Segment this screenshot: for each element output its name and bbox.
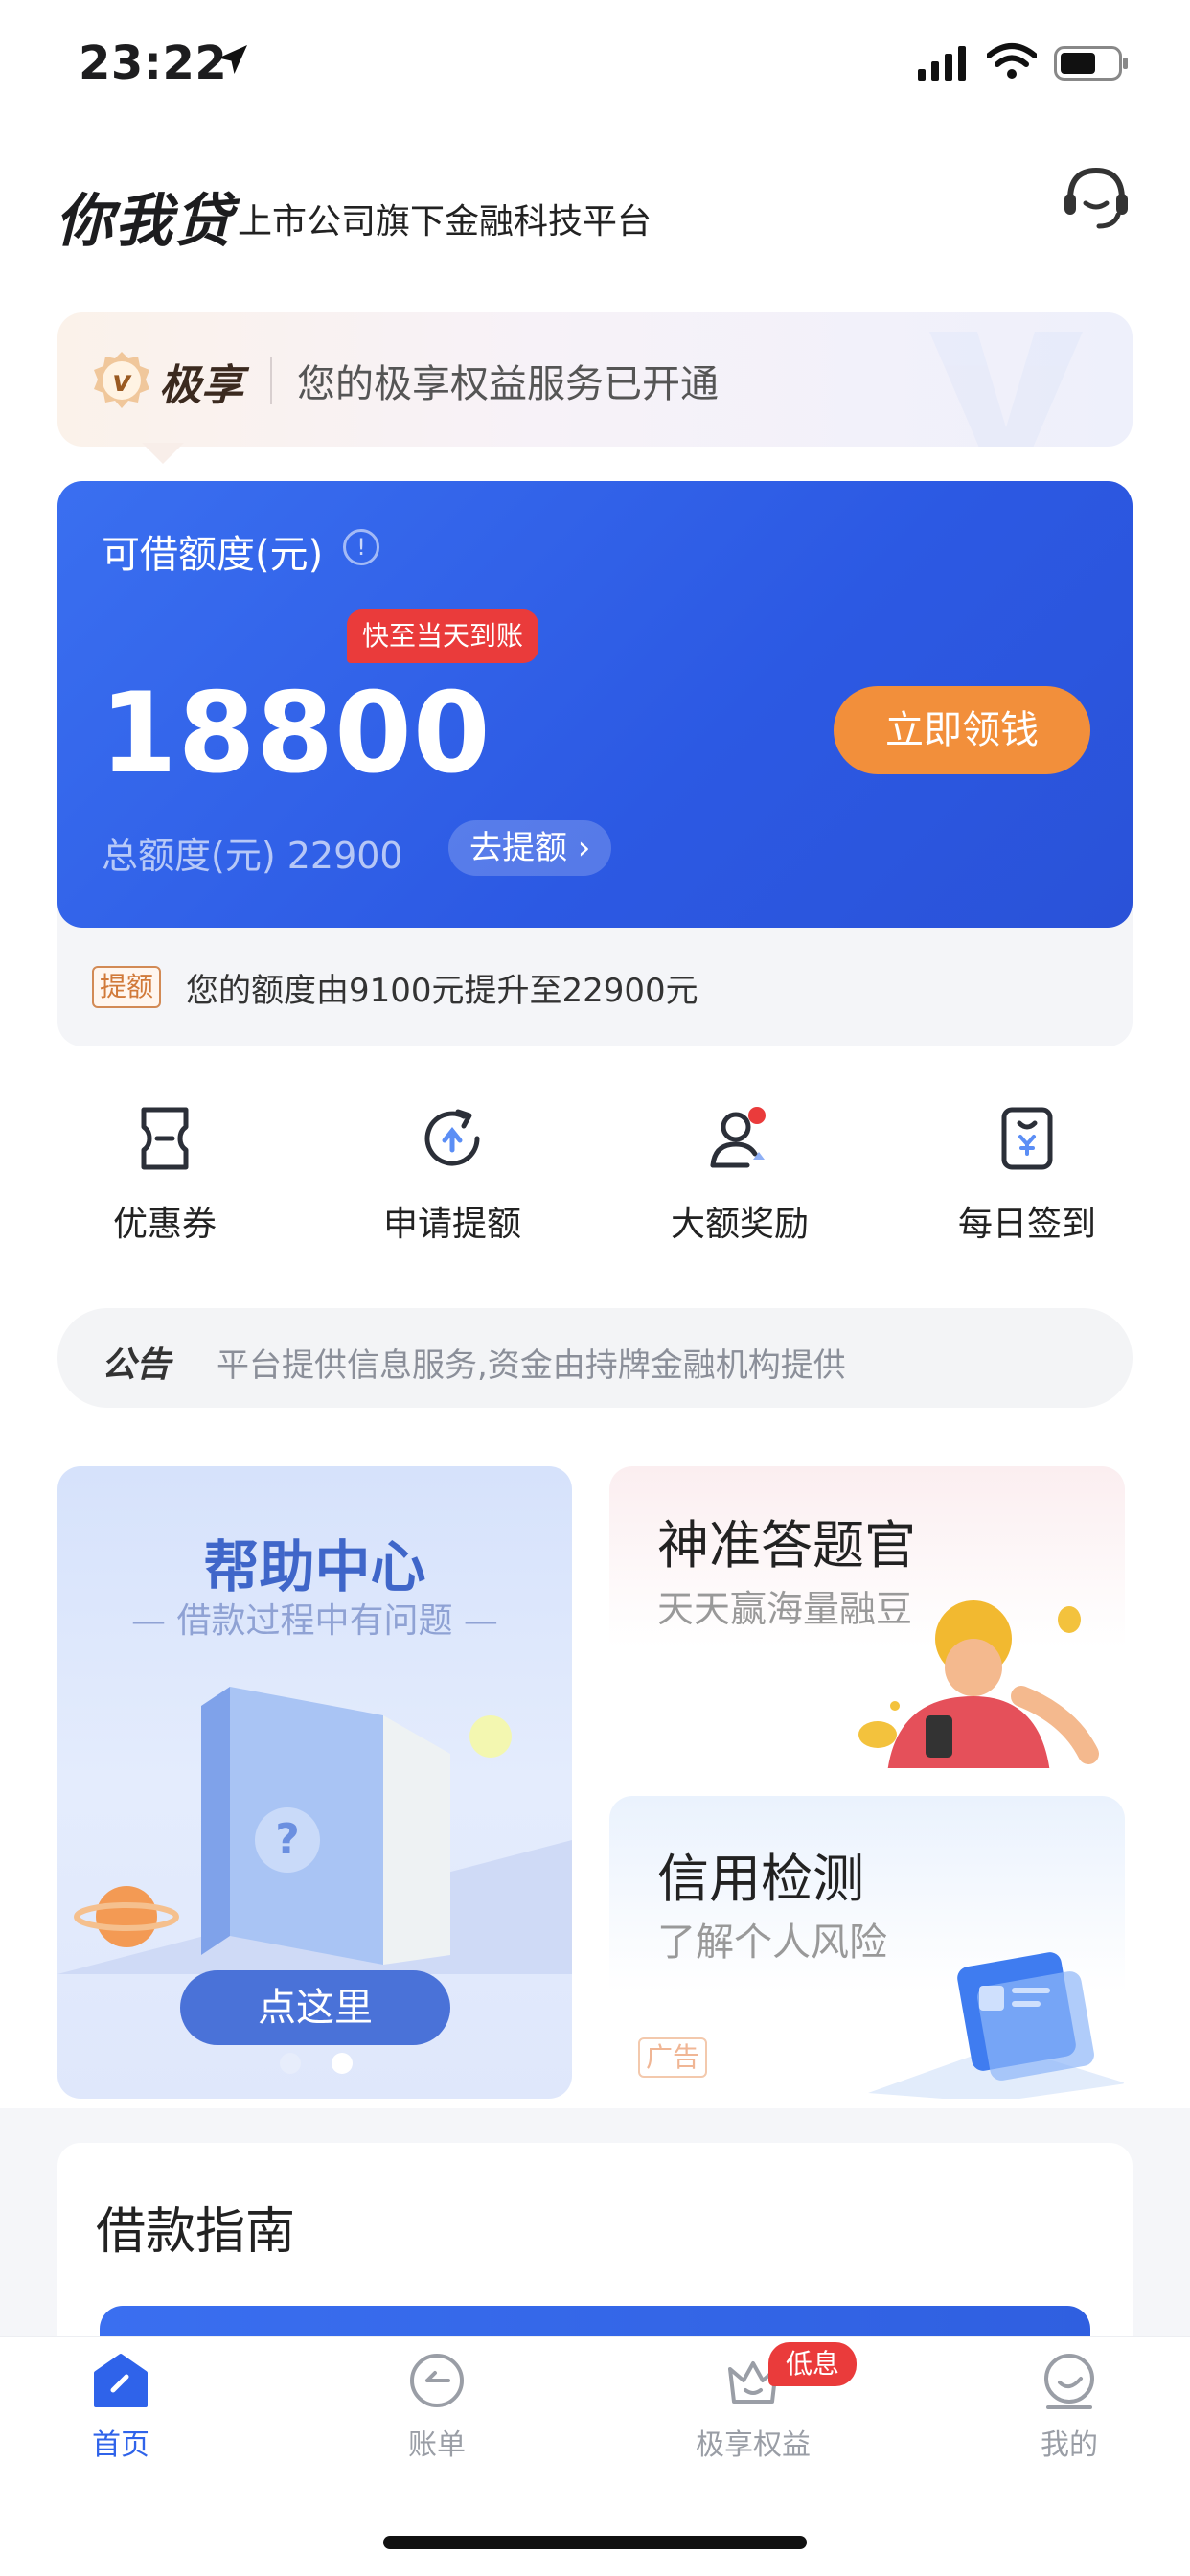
total-credit-text: 总额度(元) 22900 — [102, 835, 403, 877]
cellular-signal-icon — [918, 46, 966, 80]
svg-text:?: ? — [275, 1815, 300, 1864]
tab-bills[interactable]: 账单 — [341, 2350, 533, 2463]
customer-service-icon[interactable] — [1059, 163, 1133, 232]
quiz-title: 神准答题官 — [657, 1515, 916, 1576]
info-icon[interactable]: ! — [343, 529, 379, 565]
status-time: 23:22 — [79, 36, 228, 90]
credit-check-card[interactable]: 信用检测 了解个人风险 广告 — [609, 1796, 1125, 2099]
quick-action-label: 优惠券 — [112, 1205, 217, 1244]
announcement-bar[interactable]: 公告 平台提供信息服务,资金由持牌金融机构提供 — [57, 1308, 1133, 1408]
coupon-icon — [141, 1107, 189, 1170]
announcement-tag: 公告 — [102, 1346, 172, 1385]
vip-status-banner[interactable]: v 极享 您的极享权益服务已开通 — [57, 312, 1133, 447]
quick-action-label: 申请提额 — [382, 1205, 521, 1244]
quick-action-raise-limit[interactable]: 申请提额 — [356, 1102, 548, 1246]
borrow-now-button[interactable]: 立即领钱 — [834, 686, 1090, 774]
vip-watermark-icon — [929, 332, 1083, 447]
quiz-card[interactable]: 神准答题官 天天赢海量融豆 — [609, 1466, 1125, 1768]
home-icon — [94, 2354, 148, 2407]
credit-card: 可借额度(元) ! 快至当天到账 18800 立即领钱 总额度(元) 22900… — [57, 481, 1133, 928]
quick-action-daily-checkin[interactable]: 每日签到 — [931, 1102, 1123, 1246]
loan-guide-card[interactable]: 借款指南 — [57, 2143, 1133, 2363]
checkin-icon — [1001, 1107, 1053, 1170]
raise-tag: 提额 — [92, 966, 162, 1008]
location-arrow-icon — [218, 45, 247, 74]
bill-icon — [410, 2354, 464, 2407]
quick-action-reward[interactable]: 大额奖励 — [644, 1102, 835, 1246]
help-center-subtitle: — 借款过程中有问题 — — [131, 1601, 498, 1641]
home-indicator — [383, 2536, 807, 2549]
quiz-character-illustration — [858, 1600, 1099, 1768]
quick-action-coupon[interactable]: 优惠券 — [69, 1102, 261, 1246]
raise-limit-button[interactable]: 去提额 › — [448, 820, 612, 876]
help-center-card[interactable]: 帮助中心 — 借款过程中有问题 — ? 点这里 — [57, 1466, 572, 2099]
low-interest-badge: 低息 — [768, 2342, 858, 2386]
vip-badge-icon: v — [94, 352, 149, 408]
quick-action-label: 每日签到 — [957, 1205, 1096, 1244]
tab-label: 首页 — [92, 2428, 149, 2462]
divider — [270, 356, 272, 404]
svg-text:v: v — [112, 365, 132, 399]
tab-label: 我的 — [1041, 2428, 1098, 2462]
profile-icon — [1044, 2354, 1094, 2409]
vip-title: 极享 — [159, 361, 243, 410]
ad-label: 广告 — [638, 2037, 708, 2078]
announcement-text: 平台提供信息服务,资金由持牌金融机构提供 — [217, 1346, 846, 1385]
raise-limit-icon — [424, 1109, 480, 1166]
carousel-dot — [280, 2053, 301, 2074]
battery-icon — [1054, 46, 1128, 80]
credit-report-illustration — [868, 1952, 1125, 2099]
help-book-illustration: ? — [57, 1687, 572, 1974]
credit-check-title: 信用检测 — [657, 1849, 864, 1909]
vip-status-text: 您的极享权益服务已开通 — [297, 362, 719, 406]
loan-guide-title: 借款指南 — [96, 2203, 296, 2261]
fast-arrival-badge: 快至当天到账 — [347, 610, 539, 663]
help-center-button[interactable]: 点这里 — [180, 1970, 450, 2045]
help-center-title: 帮助中心 — [203, 1534, 426, 1599]
banner-pointer — [142, 443, 184, 464]
tab-home[interactable]: 首页 — [25, 2350, 217, 2463]
tab-profile[interactable]: 我的 — [973, 2350, 1165, 2463]
reward-user-icon — [710, 1107, 766, 1168]
quick-action-label: 大额奖励 — [670, 1205, 809, 1244]
wifi-icon — [987, 43, 1037, 79]
app-tagline: 上市公司旗下金融科技平台 — [238, 202, 652, 242]
carousel-dot-active — [332, 2053, 353, 2074]
tab-label: 极享权益 — [696, 2428, 811, 2462]
status-bar: 23:22 — [0, 0, 1190, 125]
tab-label: 账单 — [408, 2428, 466, 2462]
app-logo-text: 你我贷 — [56, 188, 234, 255]
available-credit-amount: 18800 — [100, 669, 492, 798]
raise-notice-text: 您的额度由9100元提升至22900元 — [186, 972, 698, 1010]
available-credit-label: 可借额度(元) — [102, 533, 324, 577]
